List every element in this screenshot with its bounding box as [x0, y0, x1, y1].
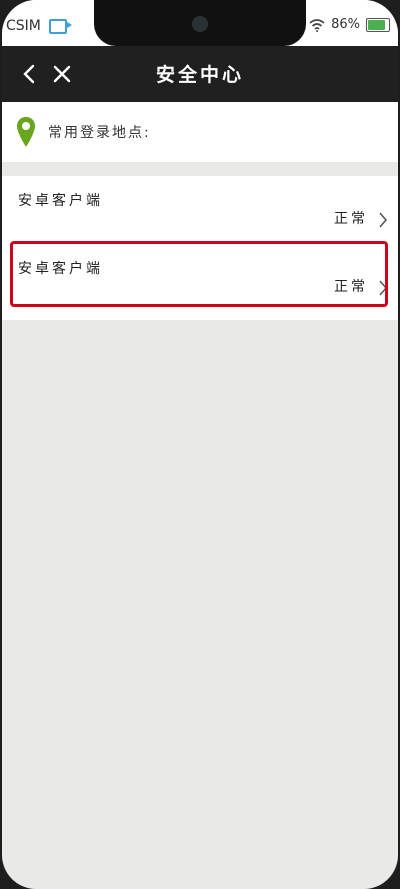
wifi-icon	[309, 18, 325, 32]
device-status: 正常	[334, 211, 368, 227]
carrier-label: CSIM	[6, 18, 41, 34]
status-right: 86%	[309, 17, 390, 32]
device-list: 安卓客户端 正常 安卓客户端 正常	[2, 176, 398, 320]
chevron-right-icon	[379, 212, 387, 228]
video-icon	[48, 18, 72, 34]
nav-bar: 安全中心	[2, 46, 398, 102]
device-name: 安卓客户端	[18, 193, 103, 209]
location-label: 常用登录地点:	[48, 125, 151, 141]
camera-icon	[192, 16, 208, 32]
battery-icon	[366, 17, 390, 32]
location-pin-icon	[17, 117, 35, 147]
location-header: 常用登录地点:	[2, 102, 398, 162]
page-title: 安全中心	[155, 64, 244, 86]
camera-notch	[94, 0, 306, 46]
list-item[interactable]: 安卓客户端 正常	[2, 176, 398, 242]
status-left: CSIM	[6, 18, 72, 34]
battery-fill	[368, 19, 385, 30]
phone-screen: CSIM 86% 安全中心 常用登录地点: 安卓客户端 正常 安卓客户端 正常	[2, 0, 398, 889]
battery-percent: 86%	[331, 17, 360, 32]
highlight-box	[10, 241, 388, 307]
